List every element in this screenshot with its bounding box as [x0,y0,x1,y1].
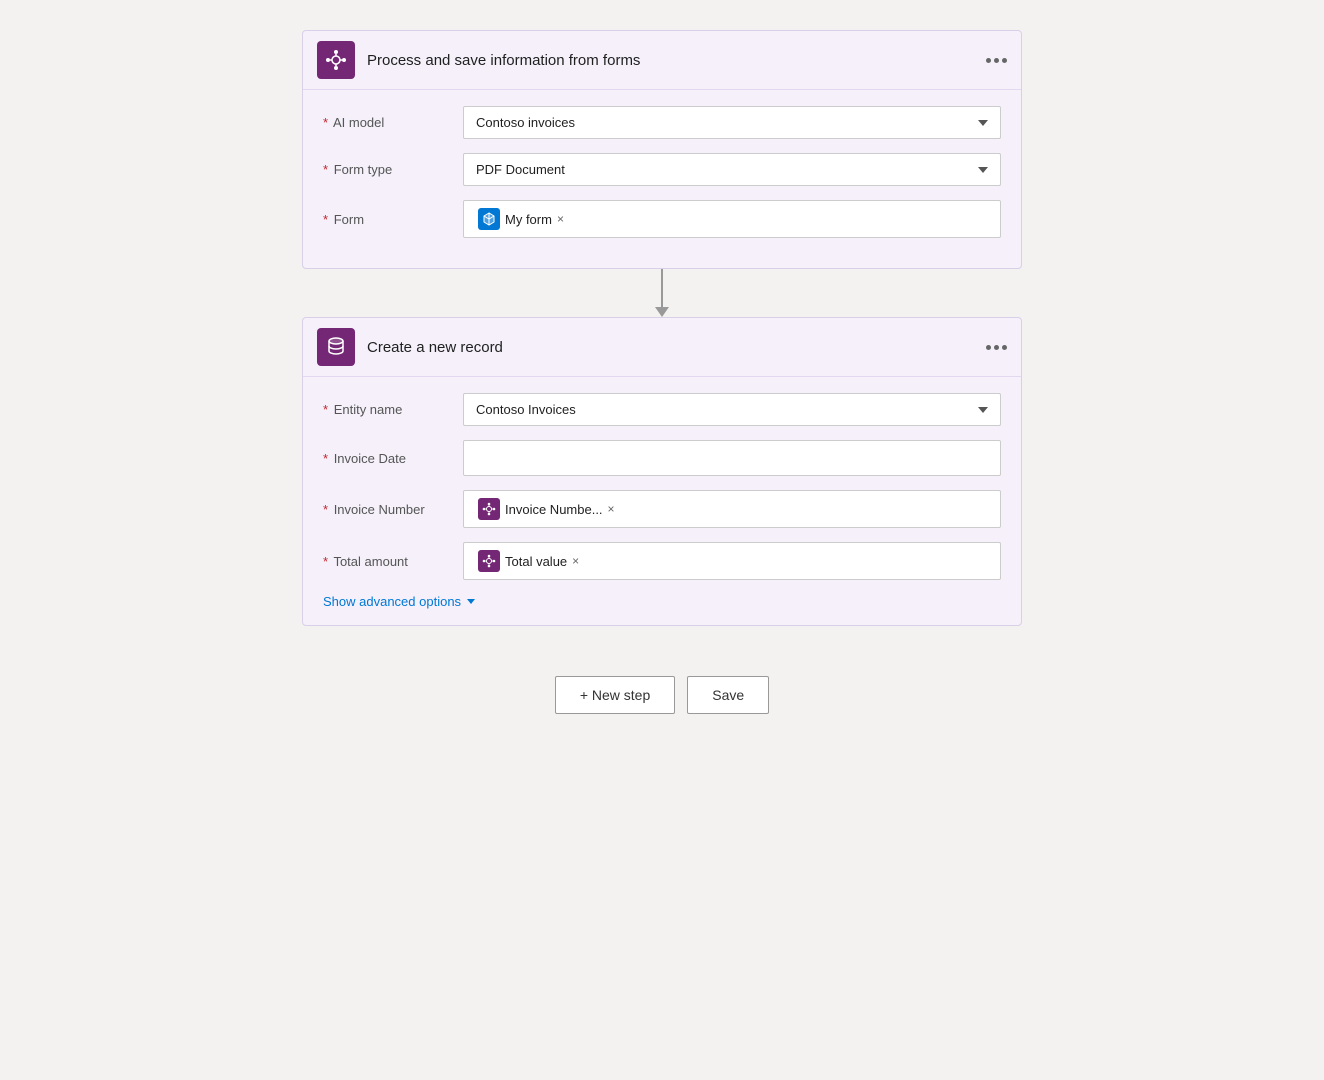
form-type-value: PDF Document [476,162,565,177]
invoice-date-control [463,440,1001,476]
total-value-tag: Total value × [472,548,585,574]
ai-model-label: * AI model [323,115,463,130]
invoice-number-label: * Invoice Number [323,502,463,517]
total-amount-control: Total value × [463,542,1001,580]
total-value-tag-close[interactable]: × [572,555,579,567]
invoice-number-tag-icon [478,498,500,520]
ai-builder-tag-icon [482,502,496,516]
new-step-button[interactable]: + New step [555,676,675,714]
field-form: * Form My form [323,200,1001,238]
invoice-number-tag-close[interactable]: × [608,503,615,515]
bottom-buttons: + New step Save [555,676,769,714]
entity-name-label: * Entity name [323,402,463,417]
field-entity-name: * Entity name Contoso Invoices [323,393,1001,426]
ai-builder-icon [325,49,347,71]
entity-name-control: Contoso Invoices [463,393,1001,426]
invoice-number-control: Invoice Numbe... × [463,490,1001,528]
my-form-tag-icon [478,208,500,230]
card1-title: Process and save information from forms [367,52,986,69]
total-amount-label: * Total amount [323,554,463,569]
card-process-and-save: Process and save information from forms … [302,30,1022,269]
menu-dot2 [994,58,999,63]
invoice-number-tag-field[interactable]: Invoice Numbe... × [463,490,1001,528]
field-ai-model: * AI model Contoso invoices [323,106,1001,139]
arrow-connector-1 [655,269,669,317]
invoice-number-tag: Invoice Numbe... × [472,496,621,522]
my-form-tag: My form × [472,206,570,232]
entity-name-dropdown[interactable]: Contoso Invoices [463,393,1001,426]
field-total-amount: * Total amount [323,542,1001,580]
form-tag-field[interactable]: My form × [463,200,1001,238]
card2-header: Create a new record [303,318,1021,377]
ai-model-control: Contoso invoices [463,106,1001,139]
menu2-dot2 [994,345,999,350]
invoice-number-tag-text: Invoice Numbe... [505,502,603,517]
menu2-dot3 [1002,345,1007,350]
canvas: Process and save information from forms … [0,20,1324,1080]
form-type-label: * Form type [323,162,463,177]
card2-menu[interactable] [986,345,1007,350]
total-value-tag-icon [478,550,500,572]
form-type-chevron [978,167,988,173]
form-label: * Form [323,212,463,227]
card1-menu[interactable] [986,58,1007,63]
card1-header: Process and save information from forms [303,31,1021,90]
form-required: * [323,212,328,227]
ai-model-chevron [978,120,988,126]
form-type-dropdown[interactable]: PDF Document [463,153,1001,186]
save-button[interactable]: Save [687,676,769,714]
menu-dot1 [986,58,991,63]
my-form-tag-text: My form [505,212,552,227]
total-amount-required: * [323,554,328,569]
entity-name-value: Contoso Invoices [476,402,576,417]
menu-dot3 [1002,58,1007,63]
total-value-tag-text: Total value [505,554,567,569]
ai-model-value: Contoso invoices [476,115,575,130]
ai-builder-tag-icon2 [482,554,496,568]
form-type-required: * [323,162,328,177]
menu2-dot1 [986,345,991,350]
invoice-date-label: * Invoice Date [323,451,463,466]
advanced-options-label: Show advanced options [323,594,461,609]
card1-icon [317,41,355,79]
card1-body: * AI model Contoso invoices * Form type [303,90,1021,268]
invoice-date-input[interactable] [463,440,1001,476]
card2-icon [317,328,355,366]
field-invoice-date: * Invoice Date [323,440,1001,476]
form-type-control: PDF Document [463,153,1001,186]
my-form-tag-close[interactable]: × [557,213,564,225]
total-amount-tag-field[interactable]: Total value × [463,542,1001,580]
advanced-options-chevron [467,599,475,604]
show-advanced-options[interactable]: Show advanced options [323,594,1001,609]
entity-name-chevron [978,407,988,413]
entity-name-required: * [323,402,328,417]
invoice-date-required: * [323,451,328,466]
arrow-head-1 [655,307,669,317]
arrow-line-1 [661,269,663,307]
card-create-record: Create a new record * Entity name Contos… [302,317,1022,626]
form-control: My form × [463,200,1001,238]
card2-body: * Entity name Contoso Invoices * Invoice… [303,377,1021,625]
field-invoice-number: * Invoice Number [323,490,1001,528]
ai-model-dropdown[interactable]: Contoso invoices [463,106,1001,139]
card2-title: Create a new record [367,339,986,356]
invoice-number-required: * [323,502,328,517]
dataverse-icon [325,336,347,358]
ai-model-required: * [323,115,328,130]
forms-icon [482,212,496,226]
field-form-type: * Form type PDF Document [323,153,1001,186]
